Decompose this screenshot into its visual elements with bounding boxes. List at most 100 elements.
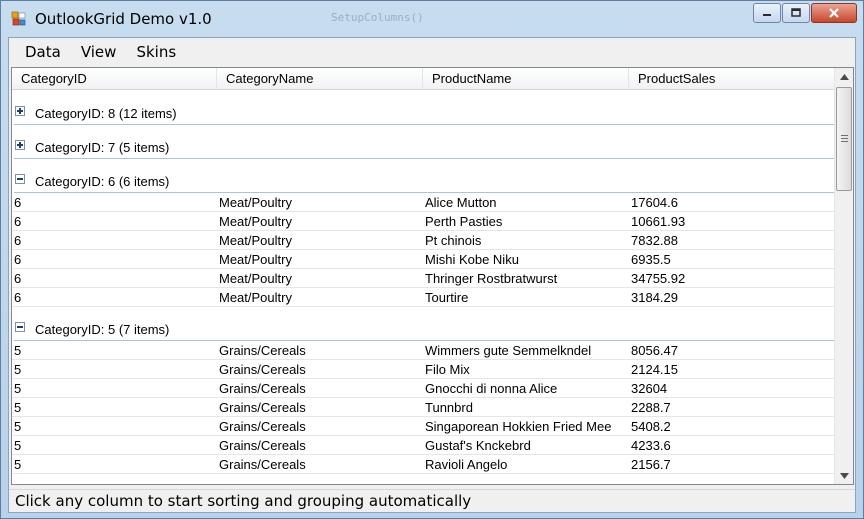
background-window-title: SetupColumns() [331,11,424,24]
scroll-thumb[interactable] [836,87,852,191]
table-cell: Thringer Rostbratwurst [425,271,558,286]
outlook-grid[interactable]: CategoryID CategoryName ProductName Prod… [11,67,854,485]
table-cell: 6 [14,290,22,305]
group-row[interactable]: CategoryID: 8 (12 items) [12,91,834,125]
close-icon [829,8,839,18]
table-cell: Meat/Poultry [219,195,292,210]
table-cell: Gustaf's Knckebrd [425,438,531,453]
table-row[interactable]: 6 Meat/Poultry Thringer Rostbratwurst 34755… [12,269,834,288]
menu-view[interactable]: View [71,43,127,61]
table-cell: Grains/Cereals [219,438,306,453]
table-cell: 7832.88 [631,233,678,248]
table-cell: Gnocchi di nonna Alice [425,381,558,396]
table-cell: 8056.47 [631,343,678,358]
table-row[interactable]: 6 Meat/Poultry Pt chinois 7832.88 [12,231,834,250]
app-icon [11,11,26,26]
group-label: CategoryID: 5 (7 items) [35,322,170,337]
menu-bar: Data View Skins [9,38,855,66]
table-row[interactable]: 5 Grains/Cereals Tunnbrd 2288.7 [12,398,834,417]
table-cell: 6935.5 [631,252,671,267]
table-cell: 5 [14,343,22,358]
table-cell: 5408.2 [631,419,671,434]
minimize-button[interactable] [753,3,781,23]
table-cell: Grains/Cereals [219,419,306,434]
close-button[interactable] [811,3,857,23]
table-cell: 2156.7 [631,457,671,472]
vertical-scrollbar[interactable] [834,68,853,484]
table-cell: Grains/Cereals [219,362,306,377]
chevron-down-icon [839,472,849,479]
table-row[interactable]: 5 Grains/Cereals Gnocchi di nonna Alice 326… [12,379,834,398]
table-cell: 6 [14,214,22,229]
group-row[interactable]: CategoryID: 5 (7 items) [12,307,834,341]
table-cell: Pt chinois [425,233,482,248]
table-row[interactable]: 6 Meat/Poultry Tourtire 3184.29 [12,288,834,307]
table-cell: 6 [14,233,22,248]
table-row[interactable]: 6 Meat/Poultry Mishi Kobe Niku 6935.5 [12,250,834,269]
table-cell: 2124.15 [631,362,678,377]
table-cell: Filo Mix [425,362,470,377]
title-bar[interactable]: OutlookGrid Demo v1.0 SetupColumns() [1,1,863,37]
menu-skins[interactable]: Skins [126,43,186,61]
table-cell: Meat/Poultry [219,290,292,305]
table-row[interactable]: 5 Grains/Cereals Filo Mix 2124.15 [12,360,834,379]
column-header-productsales[interactable]: ProductSales [629,68,834,90]
table-row[interactable]: 6 Meat/Poultry Perth Pasties 10661.93 [12,212,834,231]
table-cell: 5 [14,400,22,415]
table-row[interactable]: 6 Meat/Poultry Alice Mutton 17604.6 [12,193,834,212]
table-cell: 5 [14,438,22,453]
table-cell: 17604.6 [631,195,678,210]
minimize-icon [763,14,771,16]
table-cell: Alice Mutton [425,195,497,210]
table-cell: Singaporean Hokkien Fried Mee [425,419,612,434]
client-area: Data View Skins CategoryID CategoryName … [8,37,856,513]
menu-data[interactable]: Data [15,43,71,61]
app-window: OutlookGrid Demo v1.0 SetupColumns() Dat… [0,0,864,519]
expand-icon[interactable] [15,106,25,116]
table-row[interactable]: 5 Grains/Cereals Gustaf's Knckebrd 4233.6 [12,436,834,455]
group-label: CategoryID: 6 (6 items) [35,174,170,189]
column-header-categoryid[interactable]: CategoryID [12,68,217,90]
table-cell: 34755.92 [631,271,686,286]
maximize-button[interactable] [782,3,810,23]
table-cell: 5 [14,362,22,377]
table-cell: Perth Pasties [425,214,503,229]
table-cell: 10661.93 [631,214,686,229]
window-controls [752,3,857,23]
expand-icon[interactable] [15,140,25,150]
table-cell: Meat/Poultry [219,233,292,248]
table-cell: Tourtire [425,290,469,305]
table-cell: Ravioli Angelo [425,457,508,472]
collapse-icon[interactable] [15,322,25,332]
table-cell: 6 [14,271,22,286]
table-row[interactable]: 5 Grains/Cereals Ravioli Angelo 2156.7 [12,455,834,474]
group-row[interactable]: CategoryID: 7 (5 items) [12,125,834,159]
table-cell: Meat/Poultry [219,214,292,229]
table-cell: 32604 [631,381,668,396]
table-cell: 5 [14,457,22,472]
scroll-up-button[interactable] [835,68,853,85]
column-header-productname[interactable]: ProductName [423,68,629,90]
column-header-categoryname[interactable]: CategoryName [217,68,423,90]
table-cell: 4233.6 [631,438,671,453]
table-cell: Grains/Cereals [219,457,306,472]
table-cell: 5 [14,419,22,434]
table-cell: 6 [14,195,22,210]
table-cell: Mishi Kobe Niku [425,252,519,267]
collapse-icon[interactable] [15,174,25,184]
group-label: CategoryID: 7 (5 items) [35,140,170,155]
table-cell: 6 [14,252,22,267]
table-cell: Grains/Cereals [219,343,306,358]
group-label: CategoryID: 8 (12 items) [35,106,177,121]
table-row[interactable]: 5 Grains/Cereals Singaporean Hokkien Fried… [12,417,834,436]
table-row[interactable]: 5 Grains/Cereals Wimmers gute Semmelkndel 8… [12,341,834,360]
scroll-down-button[interactable] [835,467,853,484]
grid-header: CategoryID CategoryName ProductName Prod… [12,68,834,90]
window-title: OutlookGrid Demo v1.0 [35,10,212,28]
table-cell: Grains/Cereals [219,381,306,396]
table-cell: Wimmers gute Semmelkndel [425,343,592,358]
group-row[interactable]: CategoryID: 6 (6 items) [12,159,834,193]
table-cell: Tunnbrd [425,400,473,415]
table-cell: Grains/Cereals [219,400,306,415]
table-cell: 3184.29 [631,290,678,305]
